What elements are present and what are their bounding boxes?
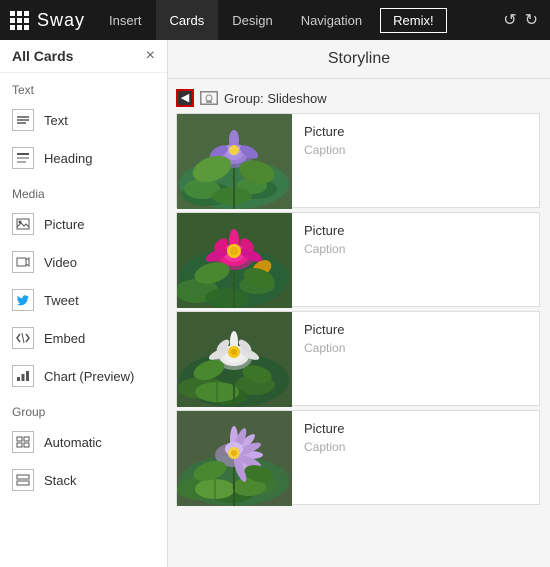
stack-icon xyxy=(12,469,34,491)
card-4-info: Picture Caption xyxy=(292,411,539,504)
picture-card-2: Picture Caption xyxy=(176,212,540,307)
sidebar-item-video[interactable]: Video xyxy=(0,243,167,281)
picture-icon xyxy=(12,213,34,235)
sidebar-item-automatic[interactable]: Automatic xyxy=(0,423,167,461)
heading-icon xyxy=(12,147,34,169)
tab-insert[interactable]: Insert xyxy=(95,0,156,40)
card-3-title: Picture xyxy=(304,322,527,337)
sidebar-item-chart[interactable]: Chart (Preview) xyxy=(0,357,167,395)
picture-card-1: Picture Caption xyxy=(176,113,540,208)
logo-area: Sway xyxy=(0,0,95,40)
tab-navigation[interactable]: Navigation xyxy=(287,0,376,40)
storyline-area: Storyline ◀ Group: Slideshow xyxy=(168,40,550,567)
picture-card-3: Picture Caption xyxy=(176,311,540,406)
sidebar-item-embed-label: Embed xyxy=(44,331,85,346)
sidebar-content: Text Text xyxy=(0,73,167,567)
thumbnail-3 xyxy=(177,312,292,407)
sidebar-item-heading-label: Heading xyxy=(44,151,92,166)
automatic-icon xyxy=(12,431,34,453)
tab-cards[interactable]: Cards xyxy=(156,0,219,40)
group-header: ◀ Group: Slideshow xyxy=(176,89,540,107)
card-2-info: Picture Caption xyxy=(292,213,539,306)
thumbnail-4 xyxy=(177,411,292,506)
slideshow-icon xyxy=(200,91,218,105)
video-icon xyxy=(12,251,34,273)
redo-button[interactable]: ↻ xyxy=(521,10,542,30)
sidebar-item-text[interactable]: Text xyxy=(0,101,167,139)
sidebar-item-picture[interactable]: Picture xyxy=(0,205,167,243)
storyline-content: ◀ Group: Slideshow xyxy=(168,79,550,567)
sidebar-item-stack-label: Stack xyxy=(44,473,77,488)
undo-button[interactable]: ↺ xyxy=(499,10,520,30)
app-grid-icon[interactable] xyxy=(10,11,29,30)
thumbnail-2 xyxy=(177,213,292,308)
sidebar-item-automatic-label: Automatic xyxy=(44,435,102,450)
sidebar-item-stack[interactable]: Stack xyxy=(0,461,167,499)
sidebar-item-picture-label: Picture xyxy=(44,217,84,232)
card-1-caption: Caption xyxy=(304,143,527,157)
sidebar-item-heading[interactable]: Heading xyxy=(0,139,167,177)
card-1-info: Picture Caption xyxy=(292,114,539,207)
storyline-header: Storyline xyxy=(168,40,550,79)
card-2-title: Picture xyxy=(304,223,527,238)
embed-icon xyxy=(12,327,34,349)
card-2-caption: Caption xyxy=(304,242,527,256)
close-button[interactable]: × xyxy=(146,48,155,64)
picture-card-4: Picture Caption xyxy=(176,410,540,505)
remix-button[interactable]: Remix! xyxy=(380,8,446,33)
chart-icon xyxy=(12,365,34,387)
sidebar-header: All Cards × xyxy=(0,40,167,73)
sidebar-item-tweet-label: Tweet xyxy=(44,293,79,308)
app-logo: Sway xyxy=(37,10,85,31)
main-layout: All Cards × Text Text xyxy=(0,40,550,567)
thumbnail-1 xyxy=(177,114,292,209)
sidebar-item-chart-label: Chart (Preview) xyxy=(44,369,134,384)
tweet-icon xyxy=(12,289,34,311)
sidebar-item-tweet[interactable]: Tweet xyxy=(0,281,167,319)
topbar: Sway Insert Cards Design Navigation Remi… xyxy=(0,0,550,40)
sidebar-title: All Cards xyxy=(12,48,73,64)
sidebar-item-video-label: Video xyxy=(44,255,77,270)
section-group-label: Group xyxy=(0,395,167,423)
storyline-title: Storyline xyxy=(328,50,390,67)
nav-arrows: ↺ ↻ xyxy=(491,10,550,30)
card-1-title: Picture xyxy=(304,124,527,139)
section-text-label: Text xyxy=(0,73,167,101)
collapse-icon: ◀ xyxy=(181,93,189,104)
card-3-caption: Caption xyxy=(304,341,527,355)
sidebar-item-text-label: Text xyxy=(44,113,68,128)
section-media-label: Media xyxy=(0,177,167,205)
nav-tabs: Insert Cards Design Navigation Remix! xyxy=(95,0,447,40)
group-label: Group: Slideshow xyxy=(224,91,327,106)
card-4-caption: Caption xyxy=(304,440,527,454)
sidebar-item-embed[interactable]: Embed xyxy=(0,319,167,357)
card-3-info: Picture Caption xyxy=(292,312,539,405)
collapse-button[interactable]: ◀ xyxy=(176,89,194,107)
text-icon xyxy=(12,109,34,131)
tab-design[interactable]: Design xyxy=(218,0,286,40)
card-4-title: Picture xyxy=(304,421,527,436)
sidebar: All Cards × Text Text xyxy=(0,40,168,567)
